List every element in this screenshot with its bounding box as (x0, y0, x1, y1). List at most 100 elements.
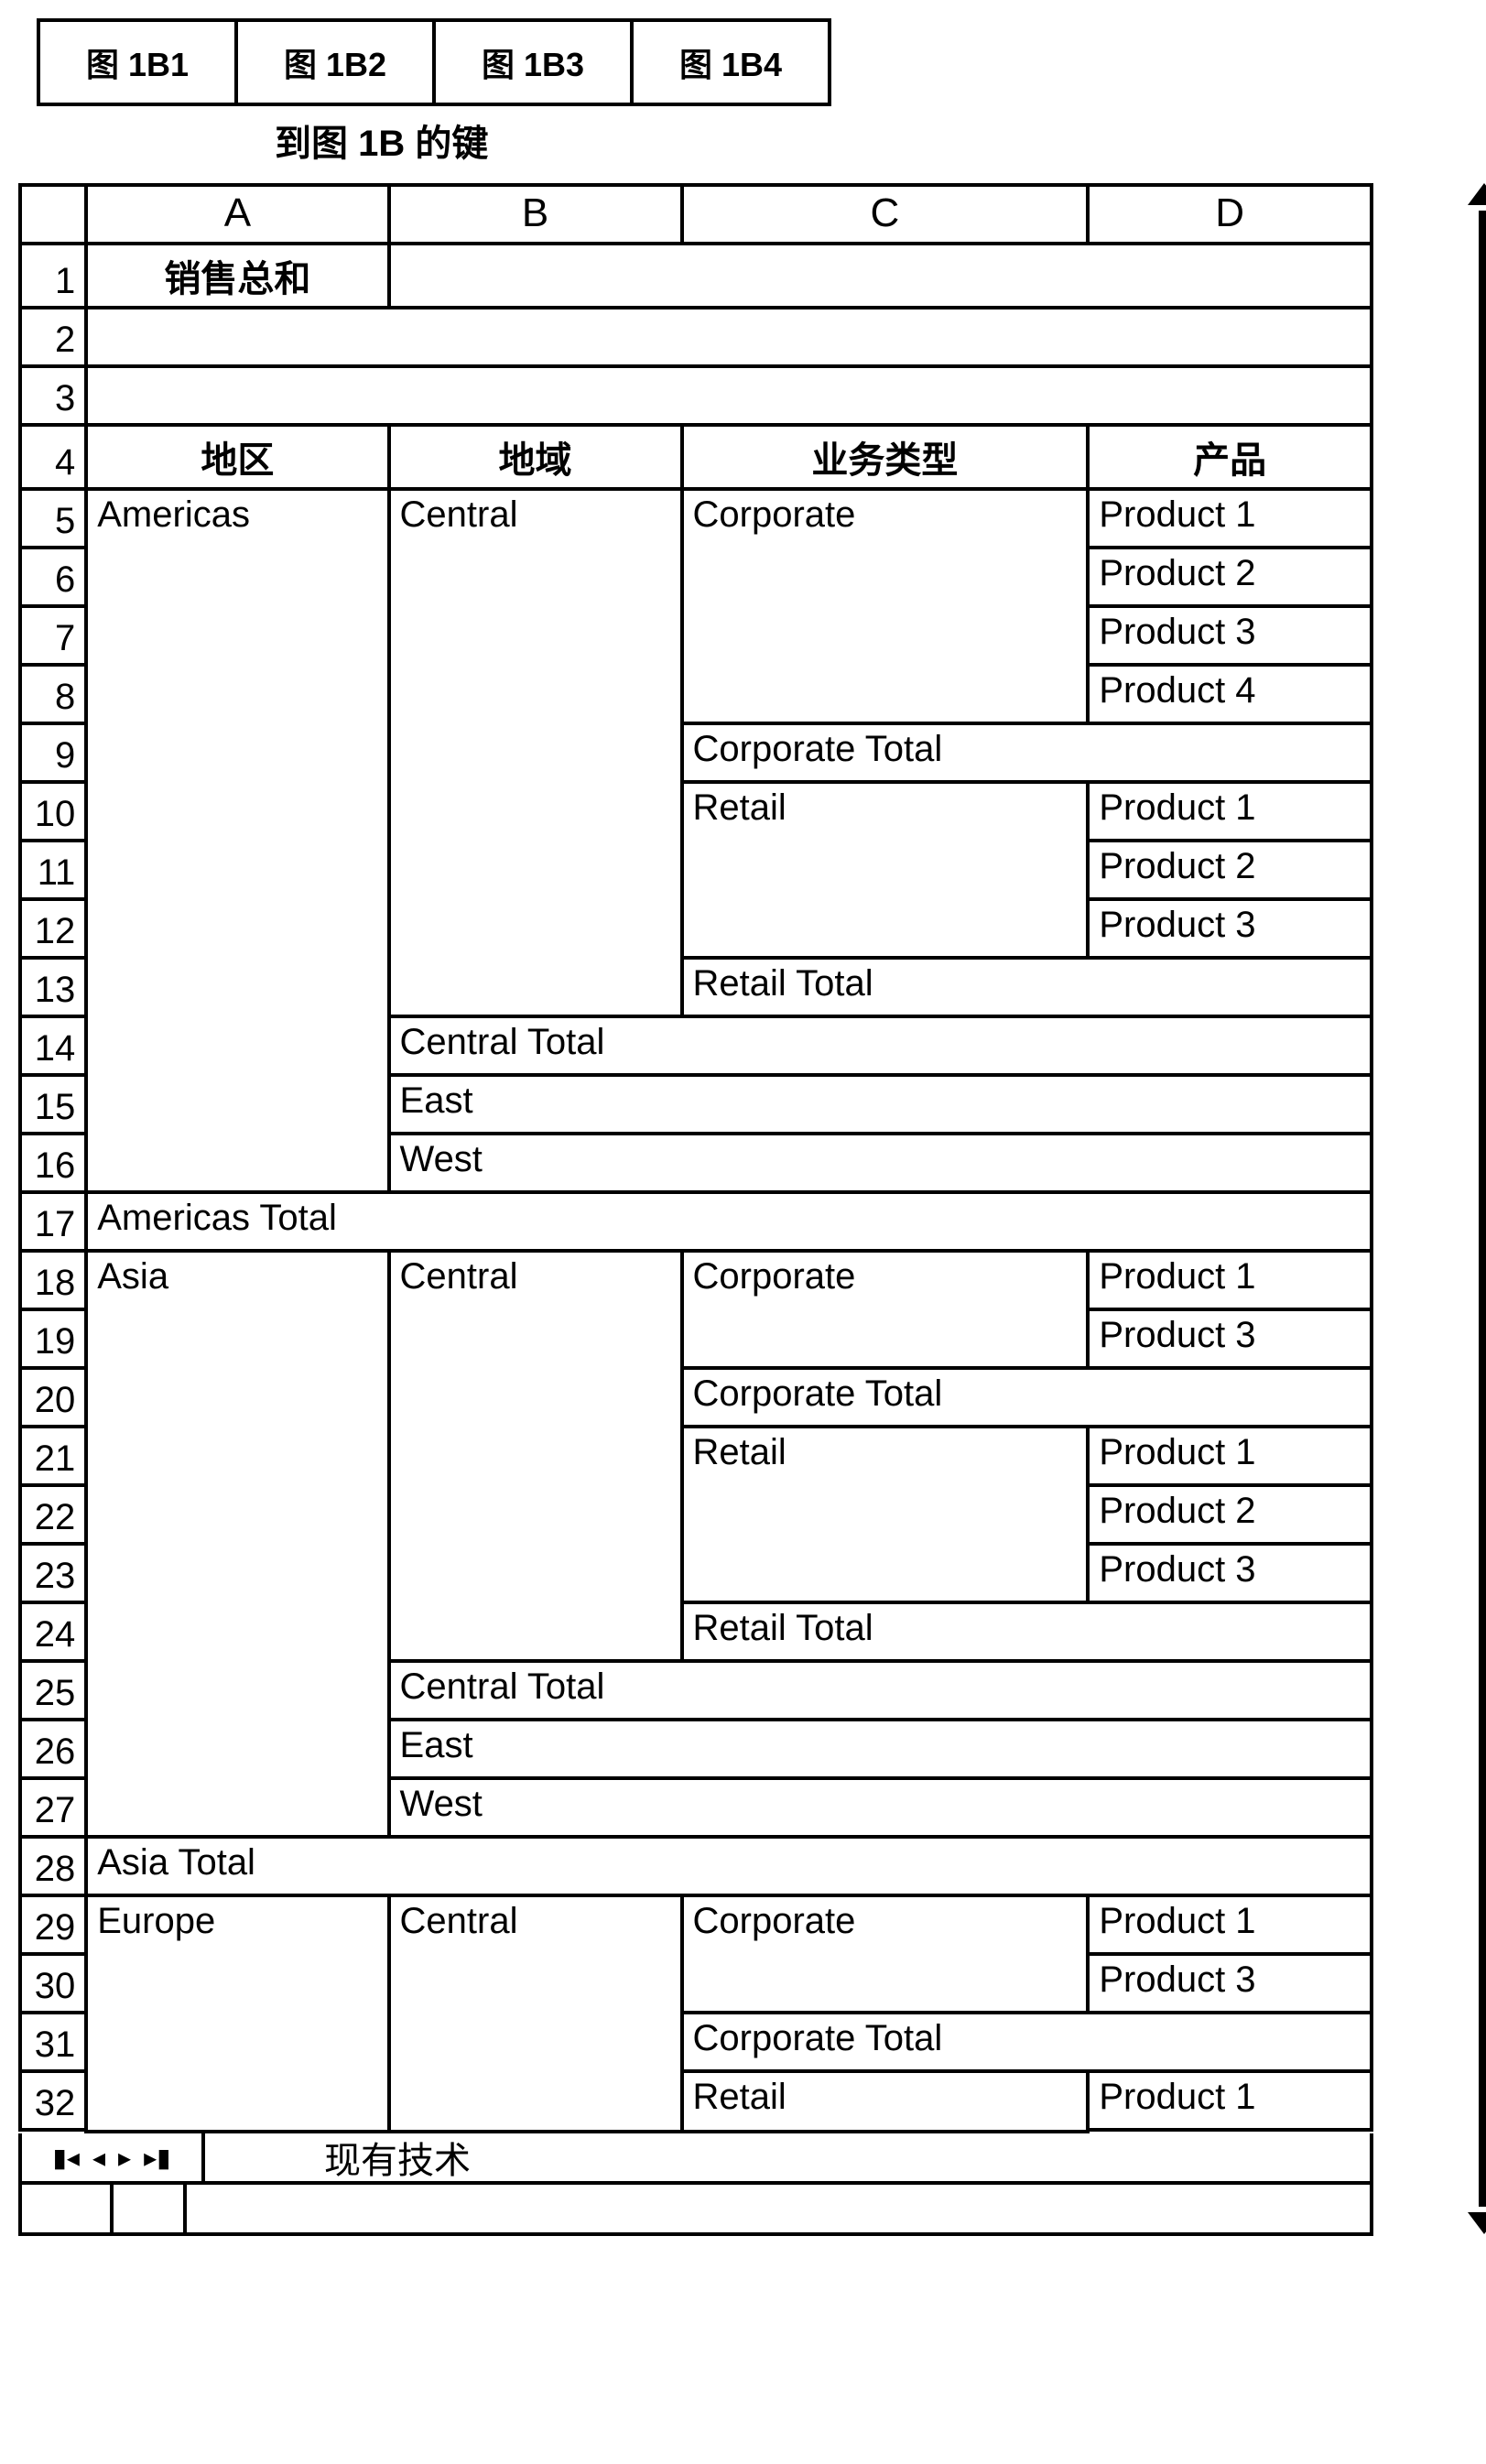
header-product[interactable]: 产品 (1088, 425, 1372, 489)
header-biztype[interactable]: 业务类型 (682, 425, 1089, 489)
col-header-b[interactable]: B (389, 185, 682, 244)
header-territory[interactable]: 地域 (389, 425, 682, 489)
cell-biztype[interactable]: Retail (682, 2071, 1089, 2132)
cell-product[interactable]: Product 3 (1088, 1309, 1372, 1368)
row-header[interactable]: 30 (20, 1954, 86, 2013)
cell-biztype[interactable]: Corporate (682, 489, 1089, 723)
scroll-down-icon[interactable] (1468, 2212, 1486, 2234)
row-header[interactable]: 26 (20, 1720, 86, 1778)
cell-product[interactable]: Product 1 (1088, 1251, 1372, 1309)
row-header[interactable]: 19 (20, 1309, 86, 1368)
row-header[interactable]: 29 (20, 1895, 86, 1954)
row-header[interactable]: 7 (20, 606, 86, 665)
row-header[interactable]: 5 (20, 489, 86, 548)
spreadsheet: A B C D 1 销售总和 2 3 4 地区 地域 业务类型 产品 5 Ame… (18, 183, 1373, 2133)
row-header[interactable]: 32 (20, 2071, 86, 2130)
cell-territory[interactable]: East (389, 1075, 1372, 1134)
row-header[interactable]: 27 (20, 1778, 86, 1837)
header-region[interactable]: 地区 (86, 425, 388, 489)
row-header[interactable]: 1 (20, 244, 86, 308)
cell-territory[interactable]: Central (389, 489, 682, 1016)
cell-total[interactable]: Americas Total (86, 1192, 1372, 1251)
nav-next-icon[interactable]: ▸ (118, 2143, 131, 2173)
cell-product[interactable]: Product 1 (1088, 1427, 1372, 1485)
cell-region[interactable]: Asia (86, 1251, 388, 1837)
cell-territory[interactable]: East (389, 1720, 1372, 1778)
row-header[interactable]: 16 (20, 1134, 86, 1192)
cell-subtotal[interactable]: Corporate Total (682, 2013, 1372, 2071)
row-header[interactable]: 21 (20, 1427, 86, 1485)
row-header[interactable]: 3 (20, 366, 86, 425)
vertical-scrollbar[interactable] (1468, 183, 1486, 2234)
prior-art-label: 现有技术 (205, 2131, 471, 2184)
cell-territory[interactable]: Central (389, 1895, 682, 2132)
cell-subtotal[interactable]: Corporate Total (682, 1368, 1372, 1427)
row-header[interactable]: 25 (20, 1661, 86, 1720)
cell-a1[interactable]: 销售总和 (86, 244, 388, 308)
row-header[interactable]: 18 (20, 1251, 86, 1309)
cell[interactable] (86, 366, 1372, 425)
row-header[interactable]: 4 (20, 425, 86, 489)
row-header[interactable]: 22 (20, 1485, 86, 1544)
row-header[interactable]: 11 (20, 841, 86, 899)
row-header[interactable]: 24 (20, 1602, 86, 1661)
row-header[interactable]: 14 (20, 1016, 86, 1075)
nav-first-icon[interactable]: ▮◂ (52, 2143, 79, 2173)
col-header-c[interactable]: C (682, 185, 1089, 244)
cell-subtotal[interactable]: Central Total (389, 1016, 1372, 1075)
cell-biztype[interactable]: Corporate (682, 1895, 1089, 2013)
sheet-footer: ▮◂ ◂ ▸ ▸▮ 现有技术 (18, 2133, 1373, 2236)
status-segment (114, 2185, 187, 2232)
cell-subtotal[interactable]: Retail Total (682, 958, 1372, 1016)
cell-territory[interactable]: West (389, 1134, 1372, 1192)
row-header[interactable]: 6 (20, 548, 86, 606)
row-header[interactable]: 23 (20, 1544, 86, 1602)
row-header[interactable]: 28 (20, 1837, 86, 1895)
select-all-corner[interactable] (20, 185, 86, 244)
cell-product[interactable]: Product 2 (1088, 841, 1372, 899)
cell-product[interactable]: Product 2 (1088, 1485, 1372, 1544)
row-header[interactable]: 20 (20, 1368, 86, 1427)
cell-product[interactable]: Product 3 (1088, 1544, 1372, 1602)
cell-product[interactable]: Product 3 (1088, 899, 1372, 958)
row-header[interactable]: 12 (20, 899, 86, 958)
nav-last-icon[interactable]: ▸▮ (144, 2143, 170, 2173)
cell-product[interactable]: Product 1 (1088, 489, 1372, 548)
row-header[interactable]: 15 (20, 1075, 86, 1134)
cell-biztype[interactable]: Retail (682, 782, 1089, 958)
row-header[interactable]: 2 (20, 308, 86, 366)
row-header[interactable]: 10 (20, 782, 86, 841)
cell-product[interactable]: Product 4 (1088, 665, 1372, 723)
cell-subtotal[interactable]: Retail Total (682, 1602, 1372, 1661)
row-header[interactable]: 9 (20, 723, 86, 782)
cell-product[interactable]: Product 1 (1088, 782, 1372, 841)
col-header-a[interactable]: A (86, 185, 388, 244)
nav-prev-icon[interactable]: ◂ (92, 2143, 105, 2173)
cell[interactable] (389, 244, 1372, 308)
cell-product[interactable]: Product 2 (1088, 548, 1372, 606)
cell-product[interactable]: Product 1 (1088, 1895, 1372, 1954)
cell-product[interactable]: Product 1 (1088, 2071, 1372, 2130)
tab-1b2: 图 1B2 (234, 18, 436, 106)
cell-product[interactable]: Product 3 (1088, 1954, 1372, 2013)
cell-biztype[interactable]: Corporate (682, 1251, 1089, 1368)
cell-territory[interactable]: Central (389, 1251, 682, 1661)
row-header[interactable]: 8 (20, 665, 86, 723)
cell-product[interactable]: Product 3 (1088, 606, 1372, 665)
figure-tabs: 图 1B1 图 1B2 图 1B3 图 1B4 (37, 18, 1468, 106)
cell[interactable] (86, 308, 1372, 366)
row-header[interactable]: 31 (20, 2013, 86, 2071)
cell-biztype[interactable]: Retail (682, 1427, 1089, 1602)
scroll-track[interactable] (1479, 211, 1486, 2207)
cell-total[interactable]: Asia Total (86, 1837, 1372, 1895)
cell-region[interactable]: Europe (86, 1895, 388, 2132)
col-header-d[interactable]: D (1088, 185, 1372, 244)
figure-caption: 到图 1B 的键 (275, 114, 1468, 167)
row-header[interactable]: 17 (20, 1192, 86, 1251)
scroll-up-icon[interactable] (1468, 183, 1486, 205)
row-header[interactable]: 13 (20, 958, 86, 1016)
cell-subtotal[interactable]: Corporate Total (682, 723, 1372, 782)
cell-region[interactable]: Americas (86, 489, 388, 1192)
cell-territory[interactable]: West (389, 1778, 1372, 1837)
cell-subtotal[interactable]: Central Total (389, 1661, 1372, 1720)
